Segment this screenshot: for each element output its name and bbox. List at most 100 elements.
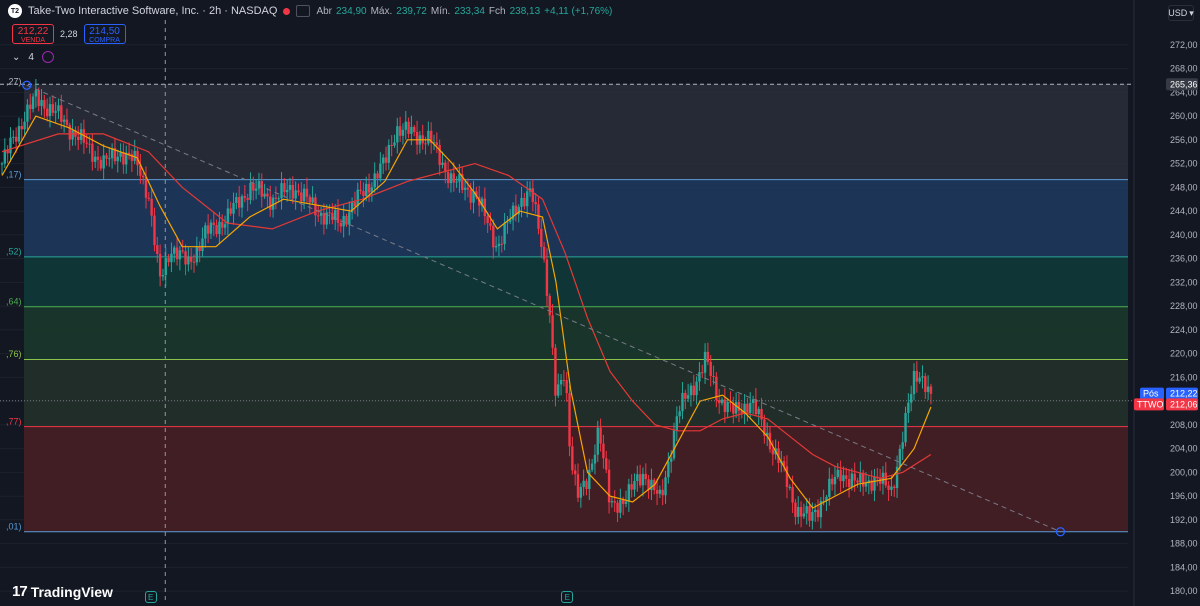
candle-body xyxy=(576,474,580,498)
candle-body xyxy=(167,258,170,263)
candle-body xyxy=(77,136,80,140)
indicators-toggle[interactable]: ⌄ 4 xyxy=(12,51,54,63)
symbol-logo-icon[interactable]: T2 xyxy=(8,4,22,18)
candle-body xyxy=(158,253,162,277)
candle-body xyxy=(720,399,724,404)
price-tick-label: 236,00 xyxy=(1170,254,1198,264)
candle-body xyxy=(274,197,278,199)
candle-body xyxy=(413,126,416,132)
candle-body xyxy=(452,173,455,183)
candle-body xyxy=(805,506,808,514)
price-tick-label: 232,00 xyxy=(1170,277,1198,287)
candle-body xyxy=(189,256,193,262)
candle-body xyxy=(305,188,309,197)
candle-body xyxy=(909,394,913,403)
candle-body xyxy=(336,209,340,223)
price-label-text: 265,36 xyxy=(1170,79,1198,89)
candle-body xyxy=(839,469,842,482)
candle-body xyxy=(181,250,184,252)
candle-body xyxy=(545,259,549,296)
candle-body xyxy=(387,145,391,163)
candle-body xyxy=(20,126,23,130)
candle-body xyxy=(122,152,125,165)
candle-body xyxy=(254,188,258,191)
price-chart[interactable]: ,27) ,17) ,52) ,64) ,76) ,77) ,01) 272,00 268,00… xyxy=(0,0,1200,606)
candle-body xyxy=(34,90,38,97)
candle-body xyxy=(573,470,577,475)
candle-body xyxy=(596,427,599,455)
candle-body xyxy=(859,472,862,483)
candle-body xyxy=(198,246,201,252)
candle-body xyxy=(489,223,492,226)
candle-body xyxy=(201,238,204,252)
candle-body xyxy=(579,487,583,498)
candle-body xyxy=(828,478,831,497)
candle-body xyxy=(342,215,345,227)
candle-body xyxy=(590,463,594,470)
candle-body xyxy=(873,476,876,491)
candle-body xyxy=(695,381,698,396)
candle-body xyxy=(616,502,619,513)
candle-body xyxy=(605,458,608,470)
buy-button[interactable]: 214,50 COMPRA xyxy=(83,24,126,44)
tradingview-wordmark: TradingView xyxy=(30,583,113,600)
sell-button[interactable]: 212,22 VENDA xyxy=(12,24,54,44)
candle-body xyxy=(71,130,74,140)
candle-body xyxy=(830,478,834,485)
candle-body xyxy=(627,484,631,502)
candle-body xyxy=(898,448,902,467)
candle-body xyxy=(749,402,752,413)
buy-price: 214,50 xyxy=(89,26,120,37)
candle-body xyxy=(497,243,501,247)
candle-body xyxy=(232,203,235,214)
candle-body xyxy=(65,119,69,125)
candle-body xyxy=(229,208,232,214)
candle-body xyxy=(924,376,927,392)
fib-level-label: ,77) xyxy=(6,416,22,426)
candle-body xyxy=(223,224,227,228)
price-tick-label: 216,00 xyxy=(1170,372,1198,382)
ohlc-change: +4,11 (+1,76%) xyxy=(544,5,613,17)
symbol-title[interactable]: Take-Two Interactive Software, Inc. · 2h… xyxy=(28,5,277,17)
candle-body xyxy=(29,104,32,110)
candle-body xyxy=(455,181,458,183)
currency-selector[interactable]: USD ▾ xyxy=(1168,5,1194,21)
fib-zone xyxy=(24,179,1128,257)
chevron-down-icon[interactable]: ⌄ xyxy=(12,52,20,63)
eye-toggle-icon[interactable] xyxy=(296,5,311,17)
candle-body xyxy=(17,126,21,142)
candle-body xyxy=(492,225,495,248)
earnings-event-icon[interactable]: E xyxy=(144,591,157,603)
candle-body xyxy=(288,184,292,190)
fib-zone xyxy=(24,426,1128,532)
candle-body xyxy=(842,475,845,482)
candle-body xyxy=(799,507,803,517)
candle-body xyxy=(12,136,15,138)
earnings-event-icon[interactable]: E xyxy=(561,591,574,603)
fib-zone xyxy=(24,256,1128,307)
candle-body xyxy=(661,489,664,496)
price-tick-label: 256,00 xyxy=(1170,135,1198,145)
candle-body xyxy=(667,461,670,478)
candle-body xyxy=(523,197,526,207)
candle-body xyxy=(356,189,359,207)
candle-body xyxy=(116,156,119,162)
candle-body xyxy=(921,376,924,378)
tradingview-logo[interactable]: 17 TradingView xyxy=(12,583,113,600)
candle-body xyxy=(285,189,289,193)
candle-body xyxy=(280,183,283,199)
candle-body xyxy=(582,480,585,488)
candle-body xyxy=(689,385,693,396)
candle-body xyxy=(912,370,916,395)
candle-body xyxy=(68,124,71,140)
candle-body xyxy=(362,191,365,196)
sync-icon[interactable] xyxy=(41,51,54,63)
candle-body xyxy=(847,478,851,488)
candle-body xyxy=(45,108,49,117)
candle-body xyxy=(390,145,393,147)
candle-body xyxy=(393,142,396,146)
ohlc-high: 239,72 xyxy=(396,5,427,17)
candle-body xyxy=(520,197,523,207)
candle-body xyxy=(571,446,574,471)
candle-body xyxy=(170,253,173,263)
